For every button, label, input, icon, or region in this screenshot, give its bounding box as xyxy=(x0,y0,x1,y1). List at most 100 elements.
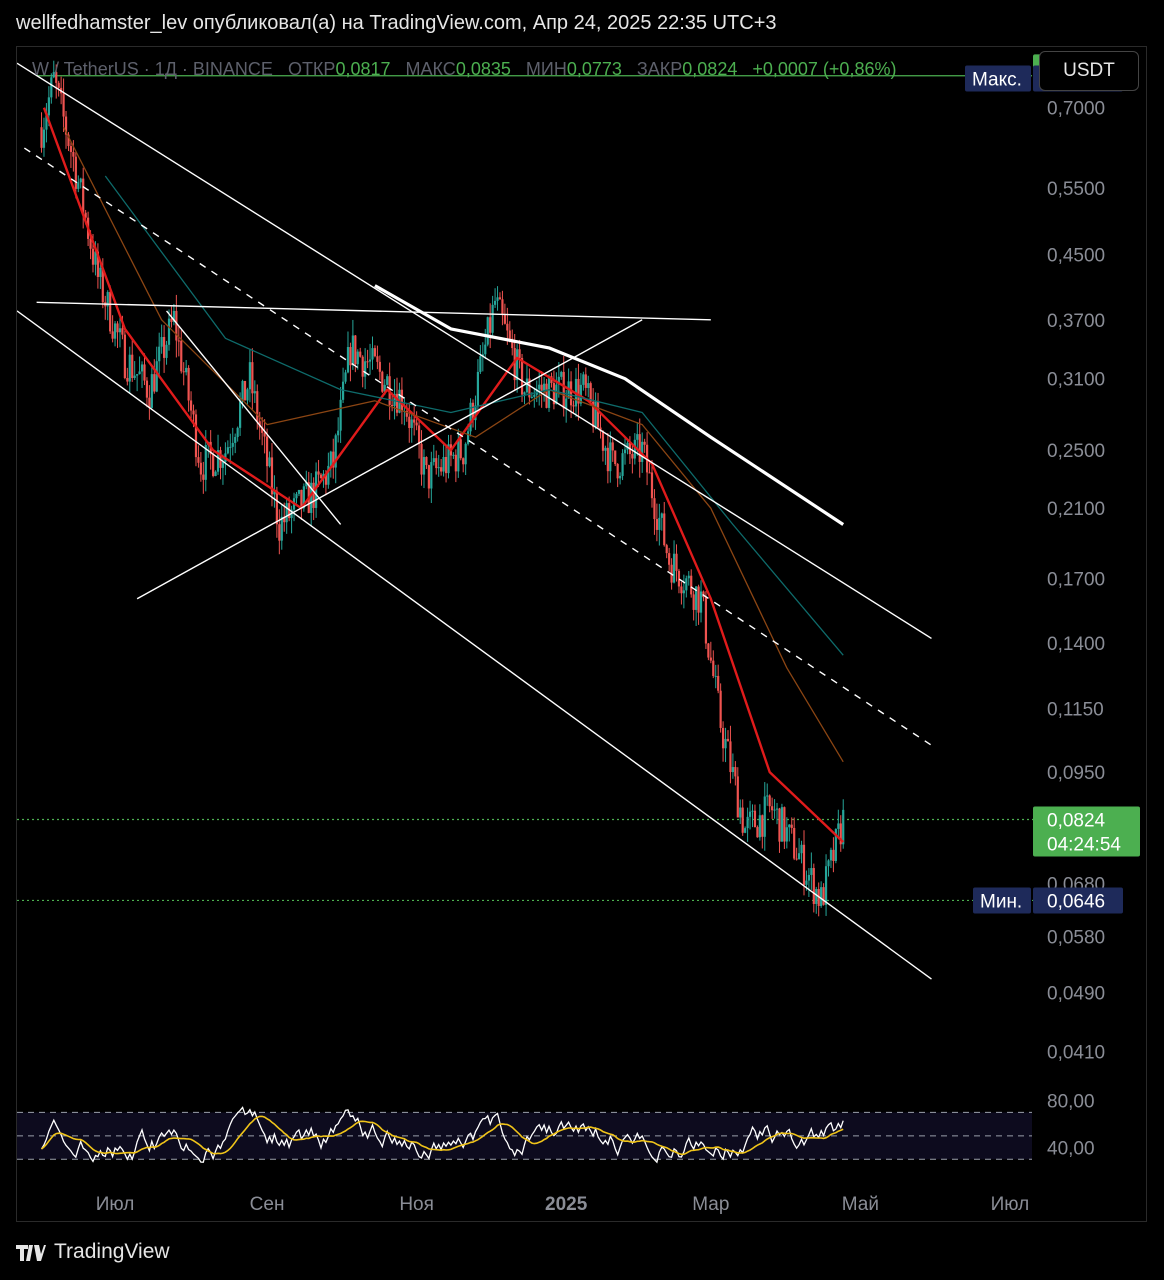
candle-body xyxy=(391,404,394,406)
candle-body xyxy=(484,344,487,355)
candle-body xyxy=(719,690,722,728)
time-axis-label: Ноя xyxy=(399,1194,434,1215)
candle-body xyxy=(268,457,271,467)
candle-body xyxy=(111,331,114,339)
candle-body xyxy=(185,367,188,373)
candle-body xyxy=(766,795,769,797)
candle-body xyxy=(748,811,752,817)
countdown-label: 04:24:54 xyxy=(1047,834,1121,855)
candle-body xyxy=(47,97,50,116)
candle-body xyxy=(540,384,543,392)
chart-frame[interactable]: 0,7000 0,5500 0,4500 0,3700 0,3100 0,2500 0,21… xyxy=(16,46,1147,1222)
candle-body xyxy=(199,462,202,475)
candle-body xyxy=(675,553,678,571)
candle-body xyxy=(685,578,688,591)
symbol-label[interactable]: W / TetherUS · 1Д · BINANCE xyxy=(32,59,273,79)
candle-body xyxy=(349,347,352,366)
candle-body xyxy=(805,880,808,885)
candle-body xyxy=(442,456,445,472)
candle-body xyxy=(672,553,676,583)
candle-body xyxy=(145,380,149,398)
candle-body xyxy=(214,471,217,477)
price-chart[interactable]: 0,7000 0,5500 0,4500 0,3700 0,3100 0,2500 0,21… xyxy=(17,47,1147,1222)
candle-body xyxy=(344,372,347,382)
candle-body xyxy=(506,323,509,331)
time-axis-label: 2025 xyxy=(545,1194,588,1215)
time-axis-label: Май xyxy=(842,1194,879,1215)
candle-body xyxy=(729,741,732,773)
candle-body xyxy=(275,490,278,525)
close-value: 0,0824 xyxy=(682,59,738,79)
candle-body xyxy=(136,374,139,376)
time-axis-label: Июл xyxy=(96,1194,135,1215)
candle-body xyxy=(469,402,472,432)
candle-body xyxy=(435,458,438,469)
candle-body xyxy=(655,519,658,530)
candle-body xyxy=(376,356,379,362)
candle-body xyxy=(744,828,747,833)
candle-body xyxy=(339,399,342,431)
candle-body xyxy=(739,807,742,818)
candle-body xyxy=(351,335,354,366)
candle-body xyxy=(793,827,796,859)
price-tick-label: 0,2100 xyxy=(1047,499,1105,520)
candle-body xyxy=(616,464,619,479)
candle-body xyxy=(687,575,690,579)
candle-body xyxy=(611,442,614,451)
max-label: Макс. xyxy=(972,70,1022,91)
candle-body xyxy=(373,348,377,357)
candle-body xyxy=(371,348,374,360)
close-label: ЗАКР xyxy=(636,59,683,79)
candle-body xyxy=(248,362,252,390)
candle-body xyxy=(278,524,281,541)
candle-body xyxy=(489,317,492,333)
candle-body xyxy=(807,874,810,881)
candle-body xyxy=(386,376,389,385)
candle-body xyxy=(643,441,646,445)
currency-button[interactable]: USDT xyxy=(1039,51,1139,91)
candle-body xyxy=(167,318,171,345)
candle-body xyxy=(614,450,617,465)
candle-body xyxy=(212,454,215,477)
candle-body xyxy=(239,401,242,428)
candle-body xyxy=(650,472,654,499)
candle-body xyxy=(476,371,480,406)
candle-body xyxy=(415,422,418,426)
candle-body xyxy=(668,553,671,565)
trend-line xyxy=(166,310,342,525)
candle-body xyxy=(638,434,641,462)
candle-body xyxy=(243,380,247,401)
candle-body xyxy=(572,405,575,407)
candle-body xyxy=(501,299,504,315)
candle-body xyxy=(253,391,256,394)
candle-body xyxy=(663,513,666,546)
candle-body xyxy=(623,449,627,454)
footer-brand[interactable]: TradingView xyxy=(16,1240,170,1264)
candle-body xyxy=(704,597,708,644)
price-tick-label: 0,3100 xyxy=(1047,370,1105,391)
candle-body xyxy=(631,454,634,459)
candle-body xyxy=(361,356,364,377)
candle-body xyxy=(518,349,521,358)
candle-body xyxy=(69,146,73,152)
moving-average-line xyxy=(63,126,844,763)
candle-body xyxy=(682,590,685,594)
candle-body xyxy=(596,401,600,428)
candle-body xyxy=(775,808,779,810)
candle-body xyxy=(665,545,668,554)
candle-body xyxy=(658,517,661,530)
candle-body xyxy=(741,807,744,833)
last-price-label: 0,0824 xyxy=(1047,810,1106,831)
candle-body xyxy=(42,129,46,148)
candle-body xyxy=(40,127,43,148)
trend-line-dashed xyxy=(23,147,932,746)
candle-body xyxy=(317,471,320,475)
candle-body xyxy=(356,351,359,365)
candle-body xyxy=(753,810,757,828)
candle-body xyxy=(72,151,75,157)
candle-body xyxy=(802,844,806,885)
candle-body xyxy=(785,827,788,842)
candle-body xyxy=(337,430,340,436)
candle-body xyxy=(116,323,119,333)
candle-body xyxy=(525,378,529,393)
